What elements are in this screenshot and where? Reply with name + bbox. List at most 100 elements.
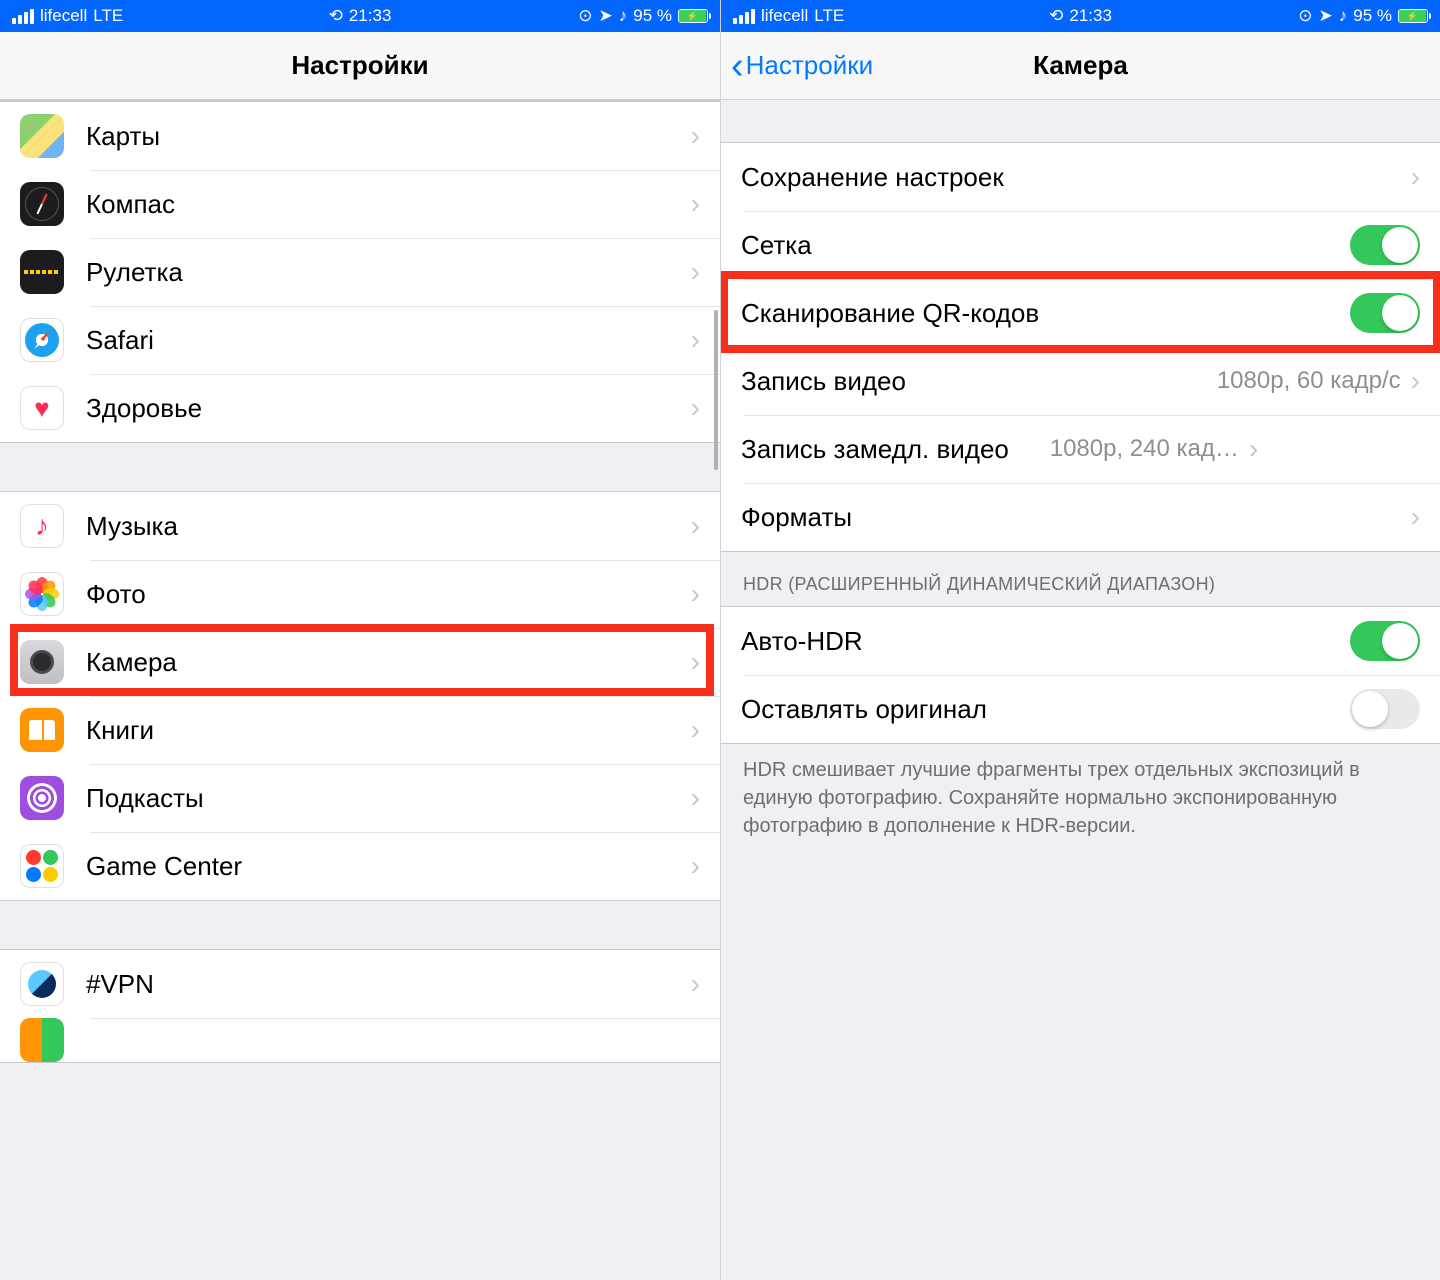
- row-maps[interactable]: Карты ›: [0, 102, 720, 170]
- row-formats[interactable]: Форматы ›: [721, 483, 1440, 551]
- measure-icon: [20, 250, 64, 294]
- left-phone: lifecell LTE ⟲ 21:33 ⊙ ➤ ♪ 95 % ⚡ Настро…: [0, 0, 720, 1280]
- chevron-right-icon: ›: [691, 324, 700, 356]
- row-label: Форматы: [741, 502, 1411, 533]
- health-icon: ♥: [20, 386, 64, 430]
- row-label: Game Center: [86, 851, 691, 882]
- row-measure[interactable]: Рулетка ›: [0, 238, 720, 306]
- row-vpn[interactable]: #VPN ›: [0, 950, 720, 1018]
- back-label: Настройки: [746, 50, 874, 81]
- chevron-right-icon: ›: [691, 256, 700, 288]
- location-icon: ➤: [1319, 6, 1333, 26]
- carrier-label: lifecell: [761, 6, 808, 26]
- row-label: Здоровье: [86, 393, 691, 424]
- chevron-right-icon: ›: [691, 510, 700, 542]
- scroll-indicator: [714, 310, 718, 470]
- chevron-right-icon: ›: [691, 120, 700, 152]
- chevron-right-icon: ›: [691, 968, 700, 1000]
- vpn-icon: [20, 962, 64, 1006]
- battery-icon: ⚡: [678, 9, 708, 23]
- row-compass[interactable]: Компас ›: [0, 170, 720, 238]
- settings-list[interactable]: Карты › Компас › Рулетка › Safari › ♥ Зд…: [0, 100, 720, 1280]
- row-books[interactable]: Книги ›: [0, 696, 720, 764]
- row-label: Компас: [86, 189, 691, 220]
- row-label: Камера: [86, 647, 691, 678]
- extra-icon: [20, 1018, 64, 1062]
- row-label: Рулетка: [86, 257, 691, 288]
- gamecenter-icon: [20, 844, 64, 888]
- page-title: Настройки: [291, 50, 428, 81]
- signal-bars-icon: [12, 9, 34, 24]
- chevron-right-icon: ›: [691, 578, 700, 610]
- row-label: Авто-HDR: [741, 626, 1350, 657]
- chevron-right-icon: ›: [1411, 161, 1420, 193]
- row-photos[interactable]: Фото ›: [0, 560, 720, 628]
- hdr-section-header: HDR (РАСШИРЕННЫЙ ДИНАМИЧЕСКИЙ ДИАПАЗОН): [721, 552, 1440, 606]
- row-label: Safari: [86, 325, 691, 356]
- compass-icon: [20, 182, 64, 226]
- chevron-left-icon: ‹: [731, 47, 744, 85]
- row-preserve-settings[interactable]: Сохранение настроек ›: [721, 143, 1440, 211]
- row-extra[interactable]: [0, 1018, 720, 1062]
- music-icon: ♪: [20, 504, 64, 548]
- carrier-label: lifecell: [40, 6, 87, 26]
- row-safari[interactable]: Safari ›: [0, 306, 720, 374]
- location-icon: ➤: [599, 6, 613, 26]
- network-label: LTE: [814, 6, 844, 26]
- row-label: Книги: [86, 715, 691, 746]
- battery-icon: ⚡: [1398, 9, 1428, 23]
- hotspot-icon: ⟲: [329, 6, 343, 26]
- row-label: Сохранение настроек: [741, 162, 1411, 193]
- nav-bar: ‹ Настройки Камера: [721, 32, 1440, 100]
- clock-label: 21:33: [1069, 6, 1112, 26]
- chevron-right-icon: ›: [691, 646, 700, 678]
- row-camera[interactable]: Камера ›: [0, 628, 720, 696]
- battery-pct-label: 95 %: [1353, 6, 1392, 26]
- qr-toggle[interactable]: [1350, 293, 1420, 333]
- rotation-lock-icon: ⊙: [578, 6, 592, 26]
- row-label: Оставлять оригинал: [741, 694, 1350, 725]
- row-keep-original[interactable]: Оставлять оригинал: [721, 675, 1440, 743]
- row-record-slomo[interactable]: Запись замедл. видео 1080p, 240 кад… ›: [721, 415, 1440, 483]
- row-label: Сканирование QR-кодов: [741, 298, 1350, 329]
- network-label: LTE: [93, 6, 123, 26]
- hdr-section-footer: HDR смешивает лучшие фрагменты трех отде…: [721, 744, 1440, 860]
- podcasts-icon: [20, 776, 64, 820]
- chevron-right-icon: ›: [691, 850, 700, 882]
- camera-icon: [20, 640, 64, 684]
- chevron-right-icon: ›: [1411, 501, 1420, 533]
- rotation-lock-icon: ⊙: [1298, 6, 1312, 26]
- row-label: Музыка: [86, 511, 691, 542]
- camera-settings[interactable]: Сохранение настроек › Сетка Сканирование…: [721, 100, 1440, 1280]
- hotspot-icon: ⟲: [1049, 6, 1063, 26]
- headphones-icon: ♪: [1339, 6, 1348, 26]
- row-label: Запись видео: [741, 366, 1217, 397]
- battery-pct-label: 95 %: [633, 6, 672, 26]
- row-podcasts[interactable]: Подкасты ›: [0, 764, 720, 832]
- row-label: Подкасты: [86, 783, 691, 814]
- row-grid[interactable]: Сетка: [721, 211, 1440, 279]
- photos-icon: [20, 572, 64, 616]
- row-music[interactable]: ♪ Музыка ›: [0, 492, 720, 560]
- row-health[interactable]: ♥ Здоровье ›: [0, 374, 720, 442]
- row-label: #VPN: [86, 969, 691, 1000]
- row-auto-hdr[interactable]: Авто-HDR: [721, 607, 1440, 675]
- row-label: Запись замедл. видео: [741, 434, 1009, 465]
- row-label: Карты: [86, 121, 691, 152]
- row-qr-scan[interactable]: Сканирование QR-кодов: [721, 279, 1440, 347]
- row-detail: 1080p, 240 кад…: [1019, 435, 1239, 463]
- chevron-right-icon: ›: [691, 782, 700, 814]
- row-record-video[interactable]: Запись видео 1080p, 60 кадр/с ›: [721, 347, 1440, 415]
- chevron-right-icon: ›: [1249, 433, 1258, 465]
- page-title: Камера: [1033, 50, 1128, 81]
- row-label: Сетка: [741, 230, 1350, 261]
- row-gamecenter[interactable]: Game Center ›: [0, 832, 720, 900]
- back-button[interactable]: ‹ Настройки: [731, 47, 873, 85]
- clock-label: 21:33: [349, 6, 392, 26]
- row-label: Фото: [86, 579, 691, 610]
- auto-hdr-toggle[interactable]: [1350, 621, 1420, 661]
- grid-toggle[interactable]: [1350, 225, 1420, 265]
- right-phone: lifecell LTE ⟲ 21:33 ⊙ ➤ ♪ 95 % ⚡ ‹ Наст…: [720, 0, 1440, 1280]
- chevron-right-icon: ›: [691, 714, 700, 746]
- keep-original-toggle[interactable]: [1350, 689, 1420, 729]
